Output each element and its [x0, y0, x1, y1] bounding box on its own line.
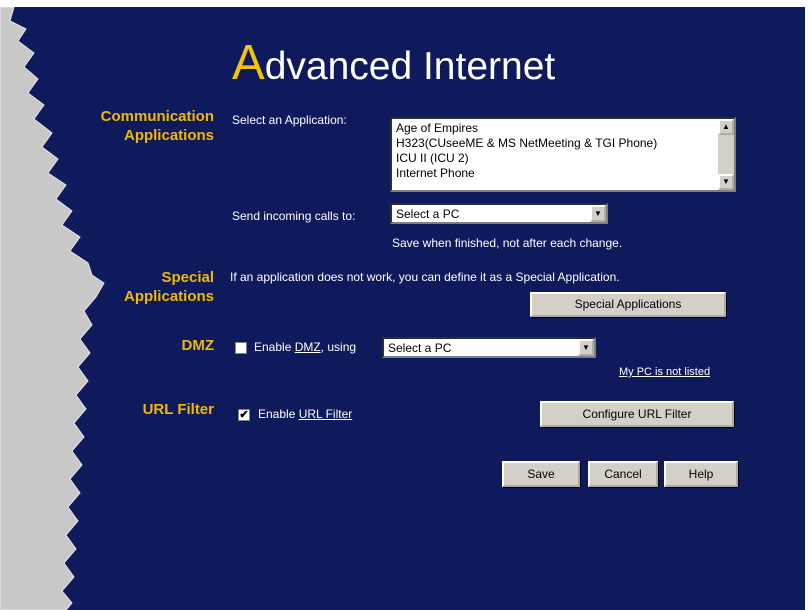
cancel-button[interactable]: Cancel [588, 461, 658, 487]
section-communication-line1: Communication [100, 108, 214, 125]
help-button[interactable]: Help [664, 461, 738, 487]
pc-not-listed-link[interactable]: My PC is not listed [619, 366, 710, 378]
dmz-enable-suffix: , using [320, 340, 357, 354]
chevron-down-icon[interactable]: ▼ [578, 339, 594, 356]
settings-panel: Advanced Internet Communication Applicat… [0, 7, 805, 610]
configure-url-filter-button[interactable]: Configure URL Filter [540, 401, 734, 427]
dmz-pc-select-value: Select a PC [388, 341, 452, 355]
list-item[interactable]: ICU II (ICU 2) [396, 151, 716, 166]
dmz-enable-label: Enable DMZ, using [254, 340, 356, 354]
page-title-initial: A [232, 36, 265, 90]
special-app-description: If an application does not work, you can… [230, 270, 620, 284]
scroll-up-icon[interactable]: ▲ [718, 119, 734, 135]
application-listbox[interactable]: Age of Empires H323(CUseeME & MS NetMeet… [390, 117, 736, 192]
send-calls-select[interactable]: Select a PC ▼ [390, 203, 608, 224]
section-special-applications: Special Applications [48, 268, 214, 306]
page-title-rest: dvanced Internet [264, 45, 556, 88]
save-note: Save when finished, not after each chang… [392, 236, 623, 250]
dmz-checkbox[interactable] [235, 342, 247, 354]
send-calls-select-value: Select a PC [396, 207, 460, 221]
save-button[interactable]: Save [502, 461, 580, 487]
torn-paper-edge-decoration [0, 7, 105, 610]
list-item[interactable]: Age of Empires [396, 121, 716, 136]
send-calls-label: Send incoming calls to: [232, 209, 356, 223]
url-filter-checkbox[interactable]: ✔ [238, 409, 250, 421]
page: Advanced Internet Communication Applicat… [0, 0, 811, 610]
page-title: Advanced Internet [232, 39, 555, 88]
section-special-line2: Applications [123, 288, 214, 305]
list-item[interactable]: H323(CUseeME & MS NetMeeting & TGI Phone… [396, 136, 716, 151]
special-applications-button[interactable]: Special Applications [530, 292, 726, 317]
dmz-enable-prefix: Enable [254, 340, 295, 354]
section-communication-applications: Communication Applications [48, 107, 214, 145]
section-special-line1: Special [161, 269, 214, 286]
url-filter-enable-prefix: Enable [258, 407, 299, 421]
dmz-pc-select[interactable]: Select a PC ▼ [382, 337, 596, 358]
application-list: Age of Empires H323(CUseeME & MS NetMeet… [392, 119, 716, 181]
list-item[interactable]: Internet Phone [396, 166, 716, 181]
section-url-filter: URL Filter [142, 401, 214, 418]
chevron-down-icon[interactable]: ▼ [590, 205, 606, 222]
listbox-scrollbar[interactable]: ▲ ▼ [718, 119, 734, 190]
url-filter-help-link[interactable]: URL Filter [299, 407, 353, 421]
scroll-down-icon[interactable]: ▼ [718, 174, 734, 190]
dmz-help-link[interactable]: DMZ [295, 340, 321, 354]
section-dmz: DMZ [181, 337, 215, 354]
select-application-label: Select an Application: [232, 113, 347, 127]
section-communication-line2: Applications [123, 127, 214, 144]
url-filter-enable-label: Enable URL Filter [258, 407, 352, 421]
